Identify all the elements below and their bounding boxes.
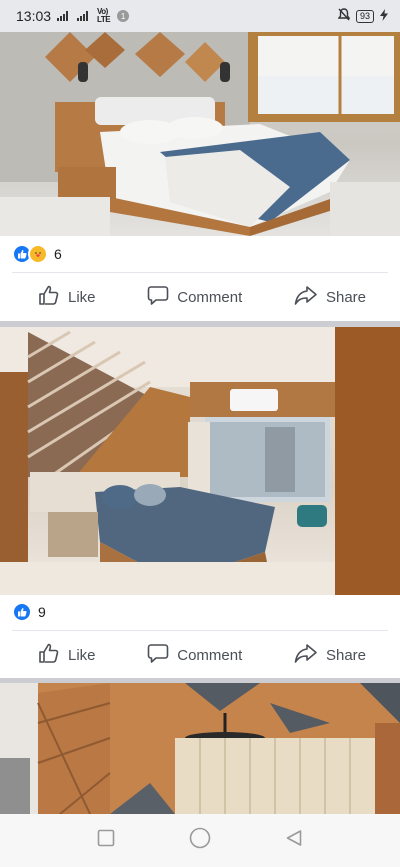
post-image[interactable]: [0, 32, 400, 236]
back-icon[interactable]: [285, 829, 303, 852]
comment-label: Comment: [177, 646, 243, 664]
signal-icon: [57, 8, 71, 24]
network-label: Vo) LTE: [97, 7, 111, 24]
share-button[interactable]: Share: [294, 284, 366, 310]
comment-button[interactable]: Comment: [147, 284, 242, 310]
post-image[interactable]: [0, 683, 400, 814]
like-reaction-icon: [12, 602, 32, 622]
battery-level: 93: [355, 9, 374, 23]
reaction-summary[interactable]: 6: [12, 244, 62, 264]
comment-button[interactable]: Comment: [147, 642, 242, 668]
post-action-bar: Like Comment Share: [0, 631, 400, 679]
thumbs-up-icon: [38, 642, 60, 668]
share-icon: [294, 284, 318, 310]
reaction-count: 6: [54, 246, 62, 262]
notification-count: 1: [117, 10, 130, 22]
like-button[interactable]: Like: [38, 642, 96, 668]
share-label: Share: [325, 288, 366, 306]
charging-icon: [380, 8, 388, 24]
post-image[interactable]: [0, 327, 400, 595]
comment-icon: [147, 284, 169, 310]
home-icon[interactable]: [189, 827, 211, 854]
like-label: Like: [68, 646, 96, 664]
recent-apps-icon[interactable]: [97, 829, 115, 852]
share-button[interactable]: Share: [294, 642, 366, 668]
signal-icon: [77, 8, 91, 24]
like-label: Like: [68, 288, 96, 306]
share-icon: [294, 642, 318, 668]
share-label: Share: [325, 646, 366, 664]
reaction-summary[interactable]: 9: [12, 602, 46, 622]
system-nav-bar: [0, 814, 400, 867]
thumbs-up-icon: [38, 284, 60, 310]
status-time: 13:03: [16, 8, 52, 24]
status-bar: 13:03 Vo) LTE 1 93: [0, 0, 400, 32]
comment-label: Comment: [177, 288, 243, 306]
post-action-bar: Like Comment Share: [0, 273, 400, 321]
like-button[interactable]: Like: [38, 284, 96, 310]
comment-icon: [147, 642, 169, 668]
reaction-count: 9: [38, 604, 46, 620]
care-reaction-icon: [28, 244, 48, 264]
mute-icon: [337, 8, 351, 24]
